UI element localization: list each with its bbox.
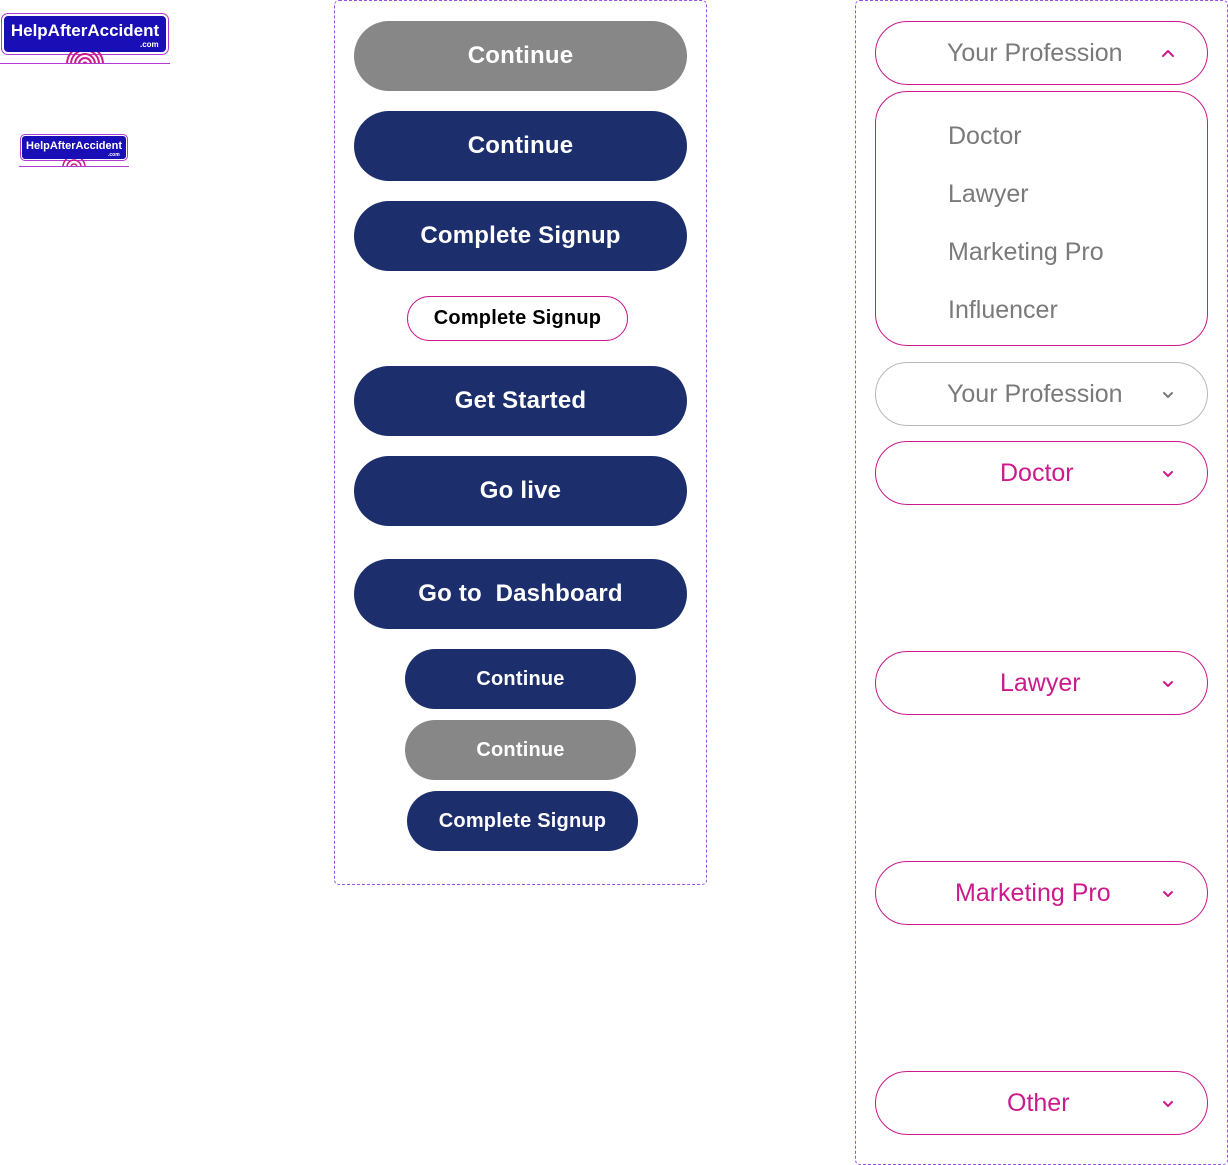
- profession-dropdown-selected-marketing-pro[interactable]: Marketing Pro: [875, 861, 1208, 925]
- complete-signup-button[interactable]: Complete Signup: [354, 201, 687, 271]
- chevron-down-icon: [1163, 1101, 1173, 1107]
- continue-button[interactable]: Continue: [354, 111, 687, 181]
- profession-dropdown-open[interactable]: Your Profession: [875, 21, 1208, 85]
- dropdown-selected-value: Other: [1007, 1088, 1070, 1117]
- chevron-down-icon: [1163, 392, 1173, 398]
- profession-dropdown-selected-doctor[interactable]: Doctor: [875, 441, 1208, 505]
- dropdown-selected-value: Marketing Pro: [955, 878, 1111, 907]
- logo-small-text: HelpAfterAccident: [26, 140, 122, 152]
- complete-signup-outline-button[interactable]: Complete Signup: [407, 296, 628, 341]
- profession-dropdown-selected-lawyer[interactable]: Lawyer: [875, 651, 1208, 715]
- logo-small-underline: [19, 166, 129, 167]
- logo-large-domain: .com: [140, 40, 159, 49]
- chevron-down-icon: [1163, 471, 1173, 477]
- profession-dropdown-selected-other[interactable]: Other: [875, 1071, 1208, 1135]
- go-live-button[interactable]: Go live: [354, 456, 687, 526]
- continue-small-button[interactable]: Continue: [405, 649, 636, 709]
- get-started-button[interactable]: Get Started: [354, 366, 687, 436]
- logo-small-domain: .com: [108, 152, 120, 158]
- logo-large-text: HelpAfterAccident: [10, 21, 160, 40]
- profession-dropdown-menu: Doctor Lawyer Marketing Pro Influencer: [875, 91, 1208, 346]
- chevron-down-icon: [1163, 681, 1173, 687]
- dropdown-option-marketing-pro[interactable]: Marketing Pro: [948, 238, 1104, 267]
- go-to-dashboard-button[interactable]: Go to Dashboard: [354, 559, 687, 629]
- dropdown-option-lawyer[interactable]: Lawyer: [948, 180, 1029, 209]
- logo-large-underline: [0, 63, 170, 64]
- dropdown-selected-value: Doctor: [1000, 458, 1074, 487]
- dropdown-placeholder: Your Profession: [947, 38, 1123, 67]
- dropdown-option-doctor[interactable]: Doctor: [948, 122, 1022, 151]
- continue-small-button-disabled[interactable]: Continue: [405, 720, 636, 780]
- dropdown-placeholder: Your Profession: [947, 379, 1123, 408]
- continue-button-disabled[interactable]: Continue: [354, 21, 687, 91]
- chevron-down-icon: [1163, 891, 1173, 897]
- dropdown-selected-value: Lawyer: [1000, 668, 1081, 697]
- complete-signup-small-button[interactable]: Complete Signup: [407, 791, 638, 851]
- profession-dropdown-closed[interactable]: Your Profession: [875, 362, 1208, 426]
- chevron-up-icon: [1162, 50, 1174, 57]
- dropdowns-panel: Your Profession Doctor Lawyer Marketing …: [855, 0, 1228, 1165]
- logo-large: HelpAfterAccident .com: [0, 12, 170, 66]
- buttons-panel: Continue Continue Complete Signup Comple…: [334, 0, 707, 885]
- logo-small: HelpAfterAccident .com: [19, 134, 129, 170]
- dropdown-option-influencer[interactable]: Influencer: [948, 296, 1058, 325]
